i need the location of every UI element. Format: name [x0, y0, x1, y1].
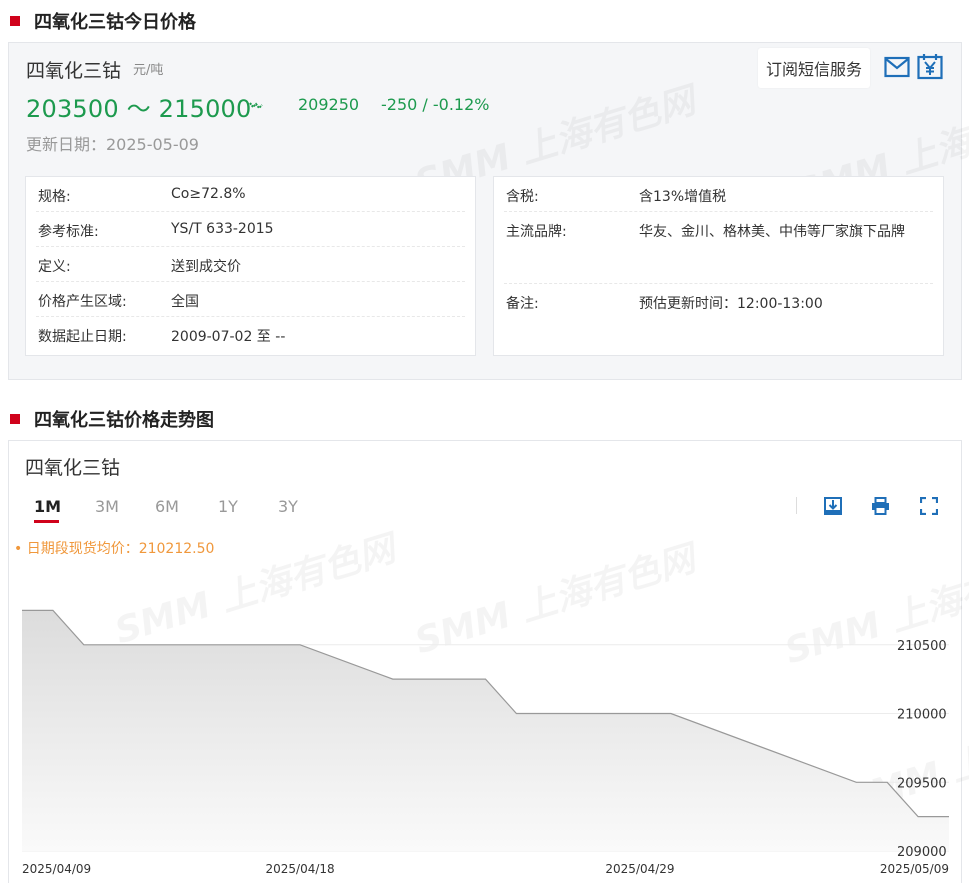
section-title-text: 四氧化三钴今日价格 [34, 12, 196, 33]
info-value: 全国 [171, 294, 199, 310]
info-value: 送到成交价 [171, 259, 241, 275]
info-row: 主流品牌: 华友、金川、格林美、中伟等厂家旗下品牌 [504, 212, 933, 284]
section-title-today-price: 四氧化三钴今日价格 [10, 8, 196, 34]
info-row: 含税: 含13%增值税 [504, 177, 933, 212]
info-key: 参考标准: [38, 224, 99, 240]
product-unit: 元/吨 [133, 63, 164, 78]
info-key: 数据起止日期: [38, 329, 127, 345]
x-tick-label: 2025/05/09 [880, 862, 949, 876]
update-date: 更新日期：2025-05-09 [26, 135, 199, 154]
info-value: 2009-07-02 至 -- [171, 329, 286, 345]
info-key: 主流品牌: [506, 224, 567, 240]
info-row: 价格产生区域: 全国 [36, 282, 465, 317]
info-row: 备注: 预估更新时间：12:00-13:00 [504, 284, 933, 319]
info-value: Co≥72.8% [171, 186, 246, 202]
spec-info-box-right: 含税: 含13%增值税 主流品牌: 华友、金川、格林美、中伟等厂家旗下品牌 备注… [493, 176, 944, 356]
info-key: 备注: [506, 296, 539, 312]
info-value: 含13%增值税 [639, 189, 727, 205]
spec-info-box-left: 规格: Co≥72.8% 参考标准: YS/T 633-2015 定义: 送到成… [25, 176, 476, 356]
subscribe-sms-button[interactable]: 订阅短信服务 [758, 48, 870, 88]
info-row: 数据起止日期: 2009-07-02 至 -- [36, 317, 465, 352]
x-tick-label: 2025/04/09 [22, 862, 91, 876]
section-marker [10, 414, 20, 424]
average-price: 209250 [298, 95, 360, 114]
mail-icon[interactable] [884, 56, 910, 78]
info-row: 参考标准: YS/T 633-2015 [36, 212, 465, 247]
y-tick-label: 209000 [897, 845, 947, 860]
product-name: 四氧化三钴 [26, 60, 122, 82]
info-value: 预估更新时间：12:00-13:00 [639, 296, 823, 312]
info-row: 规格: Co≥72.8% [36, 177, 465, 212]
section-title-price-trend: 四氧化三钴价格走势图 [10, 406, 214, 432]
info-key: 价格产生区域: [38, 294, 127, 310]
price-panel: SMM 上海有色网 SMM 上海有色网 四氧化三钴 元/吨 203500 ～ 2… [8, 42, 969, 380]
info-value: YS/T 633-2015 [171, 221, 274, 237]
info-key: 含税: [506, 189, 539, 205]
info-value: 华友、金川、格林美、中伟等厂家旗下品牌 [639, 224, 905, 240]
info-key: 规格: [38, 189, 71, 205]
x-tick-label: 2025/04/29 [605, 862, 674, 876]
x-tick-label: 2025/04/18 [266, 862, 335, 876]
yen-calendar-icon[interactable] [917, 53, 943, 80]
price-trend-chart[interactable]: 210500 210000 209500 209000 2025/04/09 2025/0… [9, 441, 963, 883]
y-tick-label: 209500 [897, 776, 947, 791]
section-marker [10, 16, 20, 26]
info-key: 定义: [38, 259, 71, 275]
price-change: -250 / -0.12% [381, 95, 490, 114]
price-area-fill [22, 610, 949, 851]
price-down-icon [249, 102, 263, 110]
y-tick-label: 210500 [897, 639, 947, 654]
y-tick-label: 210000 [897, 708, 947, 723]
section-title-text: 四氧化三钴价格走势图 [34, 410, 214, 431]
price-range: 203500 ～ 215000 [26, 95, 252, 123]
chart-panel: 四氧化三钴 1M 3M 6M 1Y 3Y • 日期段现货均价：210212.50… [8, 440, 969, 883]
info-row: 定义: 送到成交价 [36, 247, 465, 282]
